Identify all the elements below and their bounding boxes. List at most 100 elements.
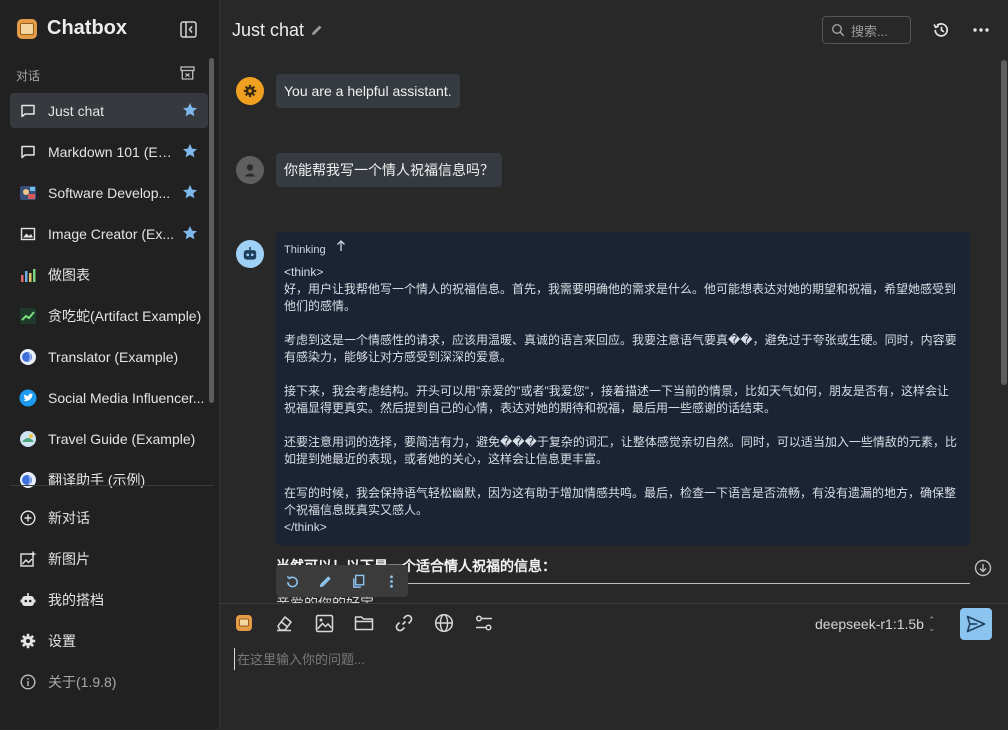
session-item-image-creator[interactable]: Image Creator (Ex... bbox=[10, 216, 208, 251]
scroll-to-bottom-icon[interactable] bbox=[974, 559, 992, 577]
about-button[interactable]: 关于(1.9.8) bbox=[10, 661, 116, 702]
more-options-icon[interactable] bbox=[972, 22, 990, 38]
image-upload-icon[interactable] bbox=[314, 613, 334, 633]
messages-scrollbar[interactable] bbox=[1001, 60, 1007, 385]
collapse-sidebar-icon[interactable] bbox=[180, 21, 197, 38]
travel-avatar-icon bbox=[19, 430, 37, 448]
session-label: 翻译助手 (示例) bbox=[48, 471, 146, 488]
session-label: Social Media Influencer... bbox=[48, 389, 205, 406]
chat-header: Just chat 搜索... bbox=[220, 0, 1008, 58]
edit-title-icon[interactable] bbox=[310, 23, 324, 37]
chat-bubble-icon bbox=[19, 102, 37, 120]
search-button[interactable]: 搜索... bbox=[822, 16, 911, 44]
archive-icon[interactable] bbox=[180, 66, 195, 80]
message-actions-toolbar bbox=[276, 565, 408, 597]
snake-game-avatar-icon bbox=[19, 307, 37, 325]
robot-icon bbox=[243, 247, 257, 260]
session-item-just-chat[interactable]: Just chat bbox=[10, 93, 208, 128]
search-placeholder: 搜索... bbox=[851, 23, 888, 39]
input-toolbar bbox=[234, 613, 514, 633]
star-icon[interactable] bbox=[182, 143, 198, 159]
chatbox-logo-icon bbox=[17, 18, 37, 39]
message-input[interactable] bbox=[234, 648, 979, 670]
bar-chart-avatar-icon bbox=[19, 266, 37, 284]
session-item-snake[interactable]: 贪吃蛇(Artifact Example) bbox=[10, 298, 208, 333]
search-icon bbox=[831, 23, 845, 37]
session-label: Translator (Example) bbox=[48, 348, 179, 365]
session-label: Travel Guide (Example) bbox=[48, 430, 196, 447]
nav-label: 关于(1.9.8) bbox=[48, 673, 117, 690]
web-search-icon[interactable] bbox=[434, 613, 454, 633]
sidebar-divider bbox=[10, 485, 214, 486]
input-area: deepseek-r1:1.5b ⌃ ⌄ bbox=[220, 603, 1008, 730]
sidebar-scrollbar[interactable] bbox=[209, 58, 214, 403]
session-item-social-media[interactable]: Social Media Influencer... bbox=[10, 380, 208, 415]
image-icon bbox=[19, 225, 37, 243]
app-brand: Chatbox bbox=[17, 17, 127, 40]
info-icon bbox=[19, 673, 37, 691]
regenerate-icon[interactable] bbox=[285, 573, 301, 589]
collapse-thinking-icon[interactable] bbox=[336, 240, 346, 252]
assistant-avatar bbox=[236, 240, 264, 268]
send-button[interactable] bbox=[960, 608, 992, 640]
more-vertical-icon[interactable] bbox=[384, 573, 400, 589]
thinking-label[interactable]: Thinking bbox=[284, 242, 326, 259]
plus-circle-icon bbox=[19, 509, 37, 527]
nav-label: 新图片 bbox=[48, 550, 90, 567]
nav-label: 设置 bbox=[48, 632, 76, 649]
model-name: deepseek-r1:1.5b bbox=[815, 616, 924, 632]
new-chat-button[interactable]: 新对话 bbox=[10, 497, 116, 538]
sidebar: Chatbox 对话 Just chat Markdown 101 (Ex... bbox=[0, 0, 220, 729]
thinking-line: </think> bbox=[284, 520, 327, 534]
translator-avatar-icon bbox=[19, 348, 37, 366]
chat-title[interactable]: Just chat bbox=[232, 20, 304, 41]
star-icon[interactable] bbox=[182, 102, 198, 118]
image-add-icon bbox=[19, 550, 37, 568]
link-icon[interactable] bbox=[394, 613, 414, 633]
session-item-chart[interactable]: 做图表 bbox=[10, 257, 208, 292]
thinking-content: <think> 好，用户让我帮他写一个情人的祝福信息。首先，我需要明确他的需求是… bbox=[284, 264, 960, 536]
message-list[interactable]: You are a helpful assistant. 你能帮我写一个情人祝福… bbox=[220, 58, 1008, 603]
conversations-section-label: 对话 bbox=[16, 69, 41, 83]
eraser-icon[interactable] bbox=[274, 613, 294, 633]
twitter-avatar-icon bbox=[19, 389, 37, 407]
chat-bubble-icon bbox=[19, 143, 37, 161]
session-item-travel-guide[interactable]: Travel Guide (Example) bbox=[10, 421, 208, 456]
session-label: Software Develop... bbox=[48, 184, 171, 201]
session-list: Just chat Markdown 101 (Ex... Software D… bbox=[10, 93, 208, 503]
settings-sliders-icon[interactable] bbox=[474, 613, 494, 633]
model-selector[interactable]: deepseek-r1:1.5b ⌃ ⌄ bbox=[815, 615, 936, 633]
session-item-software-developer[interactable]: Software Develop... bbox=[10, 175, 208, 210]
session-label: Markdown 101 (Ex... bbox=[48, 143, 176, 160]
session-label: Image Creator (Ex... bbox=[48, 225, 175, 242]
settings-button[interactable]: 设置 bbox=[10, 620, 116, 661]
robot-icon bbox=[19, 591, 37, 609]
user-avatar bbox=[236, 156, 264, 184]
my-copilots-button[interactable]: 我的搭档 bbox=[10, 579, 116, 620]
new-image-button[interactable]: 新图片 bbox=[10, 538, 116, 579]
session-label: Just chat bbox=[48, 102, 105, 119]
copilot-picker-icon[interactable] bbox=[234, 613, 254, 633]
thinking-line: 考虑到这是一个情感性的请求，应该用温暖、真诚的语言来回应。我要注意语气要真��，… bbox=[284, 333, 957, 364]
session-item-translation-helper[interactable]: 翻译助手 (示例) bbox=[10, 462, 208, 497]
system-avatar bbox=[236, 77, 264, 105]
chevron-up-down-icon: ⌃ ⌄ bbox=[927, 615, 936, 633]
gear-icon bbox=[19, 632, 37, 650]
software-avatar-icon bbox=[19, 184, 37, 202]
thinking-line: 接下来，我会考虑结构。开头可以用"亲爱的"或者"我爱您"，接着描述一下当前的情景… bbox=[284, 384, 950, 415]
star-icon[interactable] bbox=[182, 184, 198, 200]
star-icon[interactable] bbox=[182, 225, 198, 241]
thinking-line: 好，用户让我帮他写一个情人的祝福信息。首先，我需要明确他的需求是什么。他可能想表… bbox=[284, 282, 957, 313]
session-item-translator[interactable]: Translator (Example) bbox=[10, 339, 208, 374]
session-item-markdown-101[interactable]: Markdown 101 (Ex... bbox=[10, 134, 208, 169]
nav-label: 新对话 bbox=[48, 509, 90, 526]
folder-icon[interactable] bbox=[354, 613, 374, 633]
thinking-line: 还要注意用词的选择，要简洁有力，避免���于复杂的词汇，让整体感觉亲切自然。同时… bbox=[284, 435, 957, 466]
edit-message-icon[interactable] bbox=[318, 573, 334, 589]
copy-icon[interactable] bbox=[351, 573, 367, 589]
sidebar-nav: 新对话 新图片 我的搭档 设置 关于(1.9.8) bbox=[10, 497, 116, 702]
gear-icon bbox=[243, 84, 257, 98]
system-message: You are a helpful assistant. bbox=[276, 74, 460, 108]
send-icon bbox=[966, 615, 986, 633]
history-icon[interactable] bbox=[932, 21, 950, 39]
